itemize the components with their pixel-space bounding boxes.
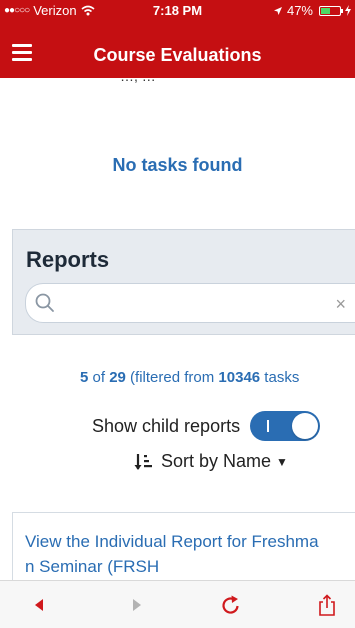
- share-icon[interactable]: [315, 594, 339, 616]
- back-icon[interactable]: [28, 594, 52, 616]
- charging-icon: [345, 5, 351, 16]
- search-input[interactable]: [68, 291, 328, 315]
- battery-percent: 47%: [286, 3, 313, 18]
- chevron-down-icon: ▼: [276, 454, 288, 469]
- child-reports-toggle[interactable]: [250, 411, 321, 441]
- empty-state-message: No tasks found: [112, 155, 243, 175]
- clear-search-button[interactable]: ×: [335, 294, 346, 315]
- report-link[interactable]: View the Individual Report for Freshman …: [25, 529, 325, 579]
- filtered-total-count: 10346: [218, 369, 261, 386]
- clipped-previous-text: …, …: [120, 76, 156, 84]
- reports-panel: Reports ×: [12, 229, 355, 335]
- location-arrow-icon: [273, 6, 282, 15]
- battery-group: 47%: [273, 3, 351, 18]
- reload-icon[interactable]: [219, 594, 243, 616]
- app-header: ●●○○○ Verizon 7:18 PM 47% Course Evaluat…: [0, 0, 355, 78]
- battery-icon: [319, 5, 343, 16]
- sort-label: Sort by Name: [161, 451, 272, 471]
- nav-bar: Course Evaluations: [0, 38, 355, 70]
- child-reports-label: Show child reports: [92, 415, 241, 436]
- child-reports-row: Show child reports: [92, 411, 321, 441]
- sort-dropdown[interactable]: Sort by Name ▼: [134, 451, 288, 472]
- browser-toolbar: [0, 580, 355, 628]
- sort-descending-icon: [134, 453, 152, 470]
- forward-icon[interactable]: [124, 594, 148, 616]
- reports-heading: Reports: [26, 247, 110, 272]
- search-icon: [35, 293, 54, 312]
- total-count: 29: [109, 369, 126, 386]
- status-bar: ●●○○○ Verizon 7:18 PM 47%: [0, 0, 355, 22]
- page-title: Course Evaluations: [93, 45, 262, 65]
- results-count: 5 of 29 (filtered from 10346 tasks: [80, 369, 300, 386]
- search-box[interactable]: ×: [25, 283, 355, 323]
